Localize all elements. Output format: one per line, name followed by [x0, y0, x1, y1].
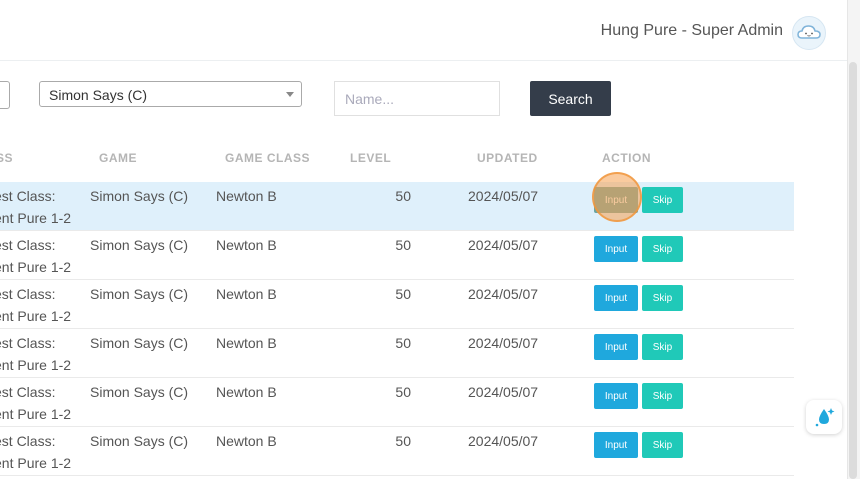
- class-cell: est Class: ent Pure 1-2: [0, 283, 71, 327]
- table-row[interactable]: est Class: ent Pure 1-2 Simon Says (C) Ne…: [0, 182, 794, 231]
- class-line-1: est Class:: [0, 433, 56, 449]
- scrollbar-thumb[interactable]: [849, 62, 857, 479]
- skip-button[interactable]: Skip: [642, 285, 683, 311]
- skip-button[interactable]: Skip: [642, 334, 683, 360]
- skip-button[interactable]: Skip: [642, 187, 683, 213]
- column-header-updated: UPDATED: [477, 151, 538, 165]
- input-button[interactable]: Input: [594, 187, 638, 213]
- class-cell: est Class: ent Pure 1-2: [0, 234, 71, 278]
- column-header-game-class: GAME CLASS: [225, 151, 311, 165]
- column-header-game: GAME: [99, 151, 137, 165]
- class-cell: est Class: ent Pure 1-2: [0, 430, 71, 474]
- level-cell: 50: [395, 237, 411, 253]
- level-cell: 50: [395, 286, 411, 302]
- caret-down-icon: [286, 92, 294, 97]
- game-class-cell: Newton B: [216, 188, 277, 204]
- table-row[interactable]: est Class: ent Pure 1-2 Simon Says (C) Ne…: [0, 378, 794, 427]
- game-cell: Simon Says (C): [90, 335, 189, 351]
- table-row[interactable]: est Class: ent Pure 1-2 Simon Says (C) Ne…: [0, 280, 794, 329]
- column-header-action: ACTION: [602, 151, 651, 165]
- level-cell: 50: [395, 384, 411, 400]
- class-cell: est Class: ent Pure 1-2: [0, 332, 71, 376]
- class-line-2: ent Pure 1-2: [0, 357, 72, 373]
- updated-cell: 2024/05/07: [468, 237, 539, 253]
- class-cell: est Class: ent Pure 1-2: [0, 185, 71, 229]
- input-button[interactable]: Input: [594, 383, 638, 409]
- input-button[interactable]: Input: [594, 285, 638, 311]
- class-line-2: ent Pure 1-2: [0, 406, 72, 422]
- game-cell: Simon Says (C): [90, 188, 189, 204]
- updated-cell: 2024/05/07: [468, 188, 539, 204]
- updated-cell: 2024/05/07: [468, 286, 539, 302]
- class-line-2: ent Pure 1-2: [0, 259, 72, 275]
- updated-cell: 2024/05/07: [468, 335, 539, 351]
- skip-button[interactable]: Skip: [642, 236, 683, 262]
- table-row[interactable]: est Class: ent Pure 1-2 Simon Says (C) Ne…: [0, 231, 794, 280]
- class-line-2: ent Pure 1-2: [0, 308, 72, 324]
- class-cell: est Class: ent Pure 1-2: [0, 381, 71, 425]
- game-class-cell: Newton B: [216, 384, 277, 400]
- sparkle-drop-icon[interactable]: [806, 400, 842, 434]
- game-select-value: Simon Says (C): [49, 87, 148, 103]
- top-bar: Hung Pure - Super Admin: [0, 0, 847, 61]
- game-class-cell: Newton B: [216, 433, 277, 449]
- class-line-1: est Class:: [0, 335, 56, 351]
- search-button[interactable]: Search: [530, 81, 611, 116]
- level-cell: 50: [395, 188, 411, 204]
- level-cell: 50: [395, 335, 411, 351]
- skip-button[interactable]: Skip: [642, 432, 683, 458]
- game-select[interactable]: Simon Says (C): [39, 81, 302, 107]
- updated-cell: 2024/05/07: [468, 433, 539, 449]
- column-header-level: LEVEL: [350, 151, 392, 165]
- column-header-class: SS: [0, 151, 14, 165]
- cloud-avatar-icon[interactable]: [792, 16, 826, 50]
- skip-button[interactable]: Skip: [642, 383, 683, 409]
- table-row[interactable]: est Class: ent Pure 1-2 Simon Says (C) Ne…: [0, 427, 794, 476]
- class-line-1: est Class:: [0, 237, 56, 253]
- input-button[interactable]: Input: [594, 334, 638, 360]
- class-filter-select[interactable]: [0, 81, 10, 109]
- class-line-1: est Class:: [0, 384, 56, 400]
- class-line-2: ent Pure 1-2: [0, 210, 72, 226]
- game-class-cell: Newton B: [216, 286, 277, 302]
- input-button[interactable]: Input: [594, 432, 638, 458]
- class-line-1: est Class:: [0, 188, 56, 204]
- level-cell: 50: [395, 433, 411, 449]
- game-class-cell: Newton B: [216, 335, 277, 351]
- user-name-label: Hung Pure - Super Admin: [600, 22, 783, 39]
- name-search-input[interactable]: [334, 81, 500, 116]
- updated-cell: 2024/05/07: [468, 384, 539, 400]
- table-row[interactable]: est Class: ent Pure 1-2 Simon Says (C) Ne…: [0, 329, 794, 378]
- game-cell: Simon Says (C): [90, 237, 189, 253]
- game-cell: Simon Says (C): [90, 433, 189, 449]
- game-class-cell: Newton B: [216, 237, 277, 253]
- class-line-2: ent Pure 1-2: [0, 455, 72, 471]
- class-line-1: est Class:: [0, 286, 56, 302]
- game-cell: Simon Says (C): [90, 286, 189, 302]
- input-button[interactable]: Input: [594, 236, 638, 262]
- game-cell: Simon Says (C): [90, 384, 189, 400]
